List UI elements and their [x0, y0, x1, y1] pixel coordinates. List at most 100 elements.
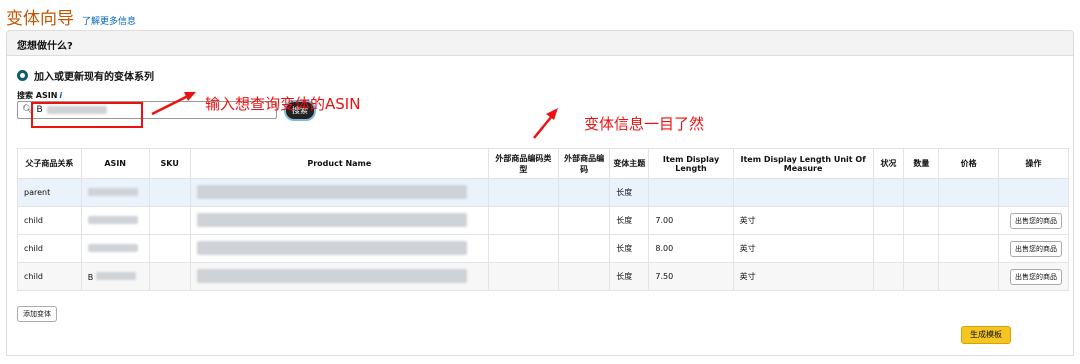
col-ext-id-type: 外部商品编码类型: [487, 148, 559, 179]
sell-yours-button[interactable]: 出售您的商品: [1010, 212, 1062, 229]
redacted-asin: [87, 187, 138, 196]
cell-product-name: [189, 234, 489, 263]
col-product-name: Product Name: [189, 148, 489, 179]
col-unit: Item Display Length Unit Of Measure: [732, 148, 874, 179]
cell-condition: [872, 234, 905, 263]
page-header: 变体向导 了解更多信息: [6, 4, 136, 29]
cell-sku: [148, 178, 191, 207]
cell-length: 8.00: [648, 234, 734, 263]
cell-sku: [148, 262, 191, 291]
redacted-product-name: [196, 212, 467, 227]
cell-asin: B: [80, 262, 150, 291]
cell-condition: [872, 178, 905, 207]
info-icon[interactable]: i: [59, 91, 62, 100]
cell-ext-type: [487, 262, 559, 291]
learn-more-link[interactable]: 了解更多信息: [82, 14, 136, 27]
cell-relation: child: [17, 206, 82, 235]
redacted-product-name: [196, 268, 467, 283]
cell-theme: 长度: [609, 262, 650, 291]
add-variation-button[interactable]: 添加变体: [17, 306, 57, 322]
table-header-row: 父子商品关系 ASIN SKU Product Name 外部商品编码类型 外部…: [17, 148, 1070, 179]
cell-asin: [80, 234, 150, 263]
cell-price: [938, 234, 999, 263]
option-label: 加入或更新现有的变体系列: [34, 72, 154, 83]
cell-theme: 长度: [609, 206, 650, 235]
cell-asin: [80, 178, 150, 207]
cell-ext-type: [487, 206, 559, 235]
cell-ext-id: [557, 178, 611, 207]
col-length: Item Display Length: [648, 148, 734, 179]
redacted-asin: [87, 215, 138, 224]
cell-unit: [732, 178, 874, 207]
search-label-text: 搜索 ASIN: [17, 91, 58, 100]
cell-product-name: [189, 262, 489, 291]
col-price: 价格: [938, 148, 999, 179]
search-hint-annotation: 输入想查询变体的ASIN: [205, 95, 361, 113]
col-condition: 状况: [872, 148, 905, 179]
table-row: child 长度 8.00 英寸 出售您的商品: [17, 234, 1070, 263]
sell-yours-button[interactable]: 出售您的商品: [1010, 268, 1062, 285]
redacted-asin: [95, 271, 136, 280]
col-relation: 父子商品关系: [17, 148, 82, 179]
cell-length: 7.50: [648, 262, 734, 291]
table-row: parent 长度: [17, 178, 1070, 207]
cell-actions: 出售您的商品: [997, 262, 1070, 291]
section-question: 您想做什么?: [17, 41, 73, 52]
cell-ext-id: [557, 206, 611, 235]
redacted-product-name: [196, 184, 467, 199]
redacted-asin: [87, 243, 138, 252]
cell-actions: 出售您的商品: [997, 206, 1070, 235]
cell-quantity: [903, 206, 940, 235]
cell-actions: 出售您的商品: [997, 234, 1070, 263]
variation-table-wrap: 父子商品关系 ASIN SKU Product Name 外部商品编码类型 外部…: [17, 148, 1070, 291]
generate-template-button[interactable]: 生成模板: [961, 326, 1011, 344]
cell-price: [938, 178, 999, 207]
update-family-option[interactable]: 加入或更新现有的变体系列: [17, 68, 154, 83]
col-actions: 操作: [997, 148, 1070, 179]
page-title: 变体向导: [6, 9, 74, 29]
col-quantity: 数量: [903, 148, 940, 179]
section-header: 您想做什么?: [6, 30, 1074, 56]
radio-selected-icon[interactable]: [17, 70, 28, 81]
cell-sku: [148, 234, 191, 263]
table-hint-annotation: 变体信息一目了然: [584, 115, 705, 133]
cell-theme: 长度: [609, 234, 650, 263]
cell-unit: 英寸: [732, 206, 874, 235]
sell-yours-button[interactable]: 出售您的商品: [1010, 240, 1062, 257]
cell-unit: 英寸: [732, 234, 874, 263]
cell-price: [938, 262, 999, 291]
cell-theme: 长度: [609, 178, 650, 207]
redacted-product-name: [196, 240, 467, 255]
cell-relation: child: [17, 262, 82, 291]
cell-unit: 英寸: [732, 262, 874, 291]
cell-product-name: [189, 206, 489, 235]
cell-ext-id: [557, 234, 611, 263]
annotation-highlight-box: [31, 102, 143, 128]
cell-sku: [148, 206, 191, 235]
col-ext-id: 外部商品编码: [557, 148, 611, 179]
cell-product-name: [189, 178, 489, 207]
search-label: 搜索 ASIN i: [17, 90, 62, 101]
cell-price: [938, 206, 999, 235]
cell-relation: child: [17, 234, 82, 263]
variation-panel: 加入或更新现有的变体系列 搜索 ASIN i 🔍︎ B 搜索 父子商品关系 ASI…: [6, 56, 1074, 356]
col-sku: SKU: [148, 148, 191, 179]
cell-ext-type: [487, 178, 559, 207]
cell-length: [648, 178, 734, 207]
col-asin: ASIN: [80, 148, 150, 179]
col-theme: 变体主题: [609, 148, 650, 179]
cell-relation: parent: [17, 178, 82, 207]
cell-ext-type: [487, 234, 559, 263]
cell-quantity: [903, 262, 940, 291]
cell-quantity: [903, 178, 940, 207]
cell-asin: [80, 206, 150, 235]
cell-quantity: [903, 234, 940, 263]
cell-ext-id: [557, 262, 611, 291]
variation-table: 父子商品关系 ASIN SKU Product Name 外部商品编码类型 外部…: [17, 148, 1070, 291]
cell-length: 7.00: [648, 206, 734, 235]
asin-prefix: B: [87, 272, 94, 282]
cell-condition: [872, 262, 905, 291]
cell-actions: [997, 178, 1070, 207]
cell-condition: [872, 206, 905, 235]
table-row: child 长度 7.00 英寸 出售您的商品: [17, 206, 1070, 235]
